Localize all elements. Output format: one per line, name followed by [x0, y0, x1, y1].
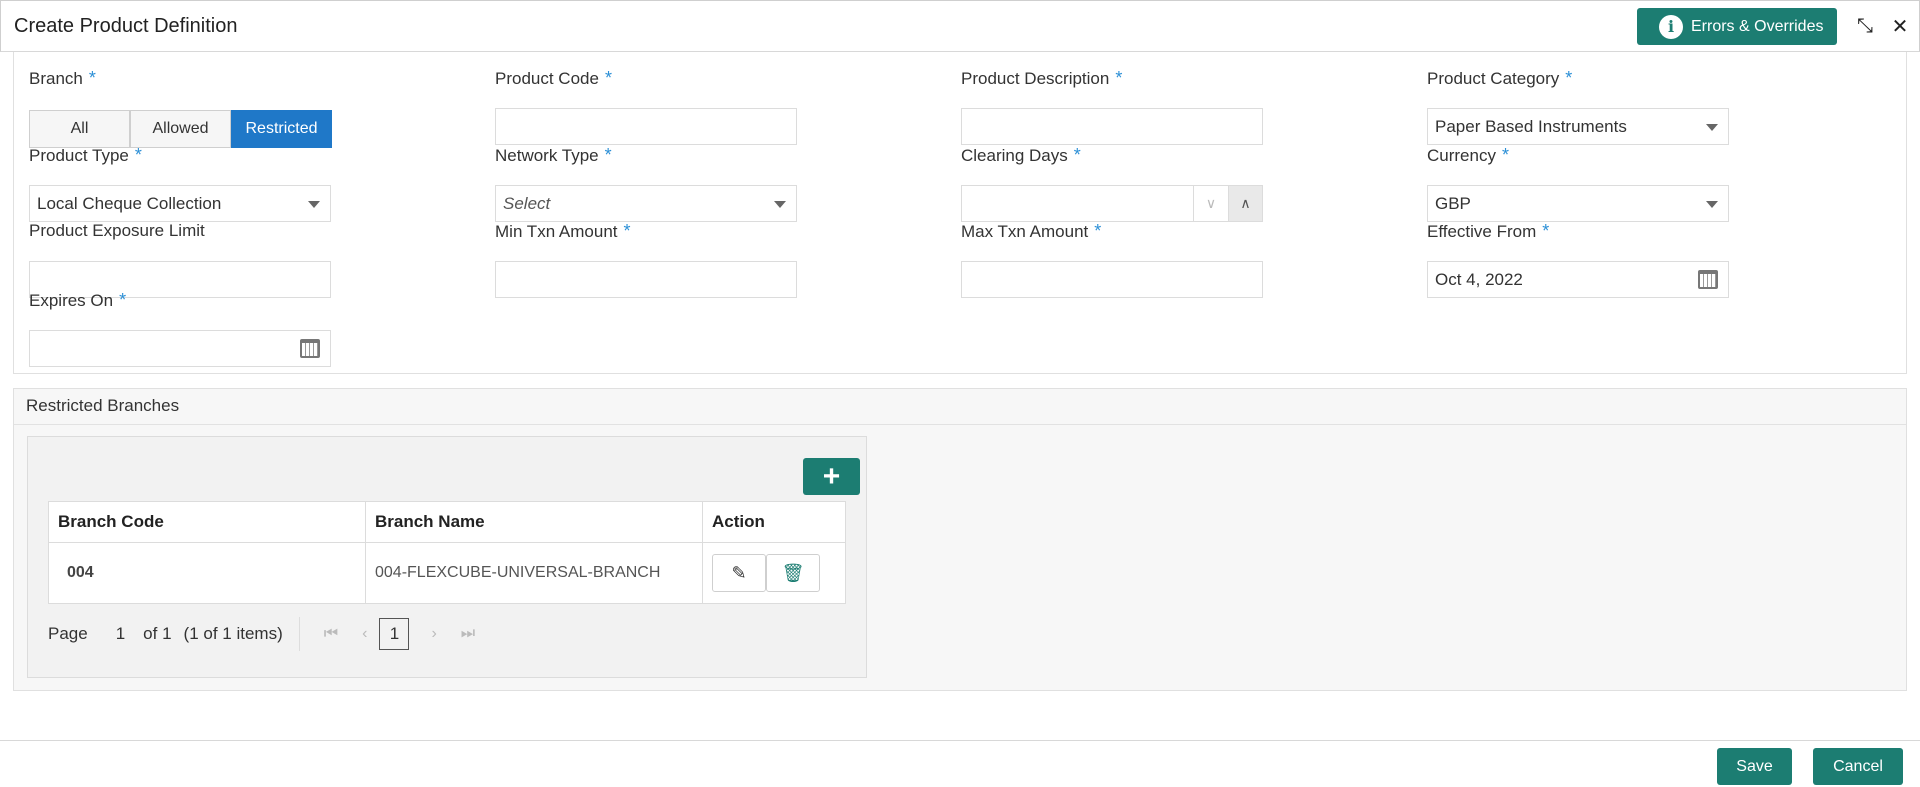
- effective-from-input[interactable]: Oct 4, 2022: [1427, 261, 1729, 298]
- column-header-branch-code[interactable]: Branch Code: [48, 501, 366, 543]
- page-title: Create Product Definition: [14, 15, 238, 37]
- required-mark: *: [1094, 221, 1102, 241]
- page-button-1[interactable]: 1: [379, 618, 410, 650]
- product-code-label: Product Code: [495, 69, 599, 88]
- branch-toggle: All Allowed Restricted: [29, 110, 332, 148]
- product-code-input[interactable]: [495, 108, 797, 145]
- required-mark: *: [134, 145, 142, 165]
- first-page-icon[interactable]: ⏮: [324, 625, 338, 643]
- product-type-select[interactable]: Local Cheque Collection: [29, 185, 331, 222]
- branch-option-all[interactable]: All: [29, 110, 130, 148]
- branch-name-cell: 004-FLEXCUBE-UNIVERSAL-BRANCH: [365, 542, 703, 604]
- next-page-icon[interactable]: ›: [431, 625, 436, 643]
- required-mark: *: [1542, 221, 1550, 241]
- restricted-branches-grid: + Branch Code Branch Name Action 004 004…: [27, 436, 867, 678]
- prev-page-icon[interactable]: ‹: [362, 625, 367, 643]
- required-mark: *: [1501, 145, 1509, 165]
- required-mark: *: [604, 68, 612, 88]
- network-type-select[interactable]: Select: [495, 185, 797, 222]
- effective-from-value: Oct 4, 2022: [1435, 269, 1523, 289]
- product-description-input[interactable]: [961, 108, 1263, 145]
- info-icon: i: [1659, 14, 1683, 39]
- restricted-branches-title: Restricted Branches: [26, 396, 180, 415]
- network-type-label: Network Type: [495, 146, 599, 165]
- last-page-icon[interactable]: ⏭: [461, 625, 475, 643]
- plus-icon: +: [822, 459, 841, 493]
- required-mark: *: [88, 68, 96, 88]
- clearing-days-label: Clearing Days: [961, 146, 1068, 165]
- delete-icon[interactable]: 🗑: [766, 554, 820, 592]
- calendar-icon[interactable]: [300, 339, 320, 358]
- required-mark: *: [1565, 68, 1573, 88]
- calendar-icon[interactable]: [1698, 270, 1718, 289]
- product-type-value: Local Cheque Collection: [37, 193, 222, 213]
- branch-code-cell: 004: [48, 542, 366, 604]
- chevron-down-icon: [1706, 124, 1718, 131]
- currency-value: GBP: [1435, 193, 1471, 213]
- page-label: Page: [48, 624, 88, 643]
- save-button[interactable]: Save: [1717, 748, 1792, 785]
- product-category-value: Paper Based Instruments: [1435, 116, 1627, 136]
- clearing-days-input[interactable]: [962, 186, 1194, 221]
- clearing-days-stepper: ∨ ∧: [961, 185, 1263, 222]
- product-form: Branch * All Allowed Restricted Product C…: [13, 52, 1907, 374]
- required-mark: *: [1115, 68, 1123, 88]
- min-txn-amount-label: Min Txn Amount: [495, 222, 618, 241]
- edit-icon[interactable]: ✎: [712, 554, 766, 592]
- currency-select[interactable]: GBP: [1427, 185, 1729, 222]
- table-header-row: Branch Code Branch Name Action: [48, 501, 846, 543]
- product-exposure-limit-label: Product Exposure Limit: [29, 221, 205, 240]
- product-category-label: Product Category: [1427, 69, 1560, 88]
- chevron-down-icon: [774, 201, 786, 208]
- dialog-header: Create Product Definition i Errors & Ove…: [0, 0, 1920, 52]
- branch-option-restricted[interactable]: Restricted: [231, 110, 332, 148]
- pager-divider: [298, 617, 300, 651]
- section-divider: [14, 424, 1906, 425]
- column-header-branch-name[interactable]: Branch Name: [365, 501, 703, 543]
- table-row: 004 004-FLEXCUBE-UNIVERSAL-BRANCH ✎ 🗑: [48, 542, 846, 604]
- page-number-input[interactable]: 1: [116, 624, 125, 644]
- expires-on-label: Expires On: [29, 291, 114, 310]
- chevron-down-icon[interactable]: ∨: [1194, 186, 1228, 221]
- chevron-down-icon: [1706, 201, 1718, 208]
- branch-label: Branch: [29, 69, 83, 88]
- minimize-icon[interactable]: ⤡: [1852, 13, 1878, 39]
- max-txn-amount-input[interactable]: [961, 261, 1263, 298]
- cancel-button[interactable]: Cancel: [1813, 748, 1903, 785]
- action-cell: ✎ 🗑: [702, 542, 846, 604]
- required-mark: *: [119, 290, 127, 310]
- chevron-up-icon[interactable]: ∧: [1228, 186, 1262, 221]
- effective-from-label: Effective From: [1427, 222, 1537, 241]
- pagination: Page 1 of 1 (1 of 1 items) ⏮ ‹ 1 › ⏭: [48, 614, 487, 654]
- product-category-select[interactable]: Paper Based Instruments: [1427, 108, 1729, 145]
- page-of-label: of 1: [143, 624, 172, 643]
- required-mark: *: [1073, 145, 1081, 165]
- restricted-branches-section: Restricted Branches + Branch Code Branch…: [13, 388, 1907, 691]
- column-header-action: Action: [702, 501, 846, 543]
- close-icon[interactable]: ✕: [1887, 13, 1913, 39]
- min-txn-amount-input[interactable]: [495, 261, 797, 298]
- max-txn-amount-label: Max Txn Amount: [961, 222, 1089, 241]
- branch-option-allowed[interactable]: Allowed: [130, 110, 231, 148]
- chevron-down-icon: [308, 201, 320, 208]
- product-type-label: Product Type: [29, 146, 129, 165]
- required-mark: *: [604, 145, 612, 165]
- branches-table: Branch Code Branch Name Action 004 004-F…: [48, 501, 846, 604]
- currency-label: Currency: [1427, 146, 1496, 165]
- product-description-label: Product Description: [961, 69, 1110, 88]
- required-mark: *: [623, 221, 631, 241]
- expires-on-input[interactable]: [29, 330, 331, 367]
- items-count: (1 of 1 items): [183, 624, 283, 643]
- dialog-footer: Save Cancel: [0, 740, 1920, 787]
- add-branch-button[interactable]: +: [803, 458, 860, 495]
- network-type-placeholder: Select: [503, 193, 551, 213]
- errors-overrides-button[interactable]: i Errors & Overrides: [1637, 8, 1837, 45]
- errors-overrides-label: Errors & Overrides: [1691, 17, 1824, 35]
